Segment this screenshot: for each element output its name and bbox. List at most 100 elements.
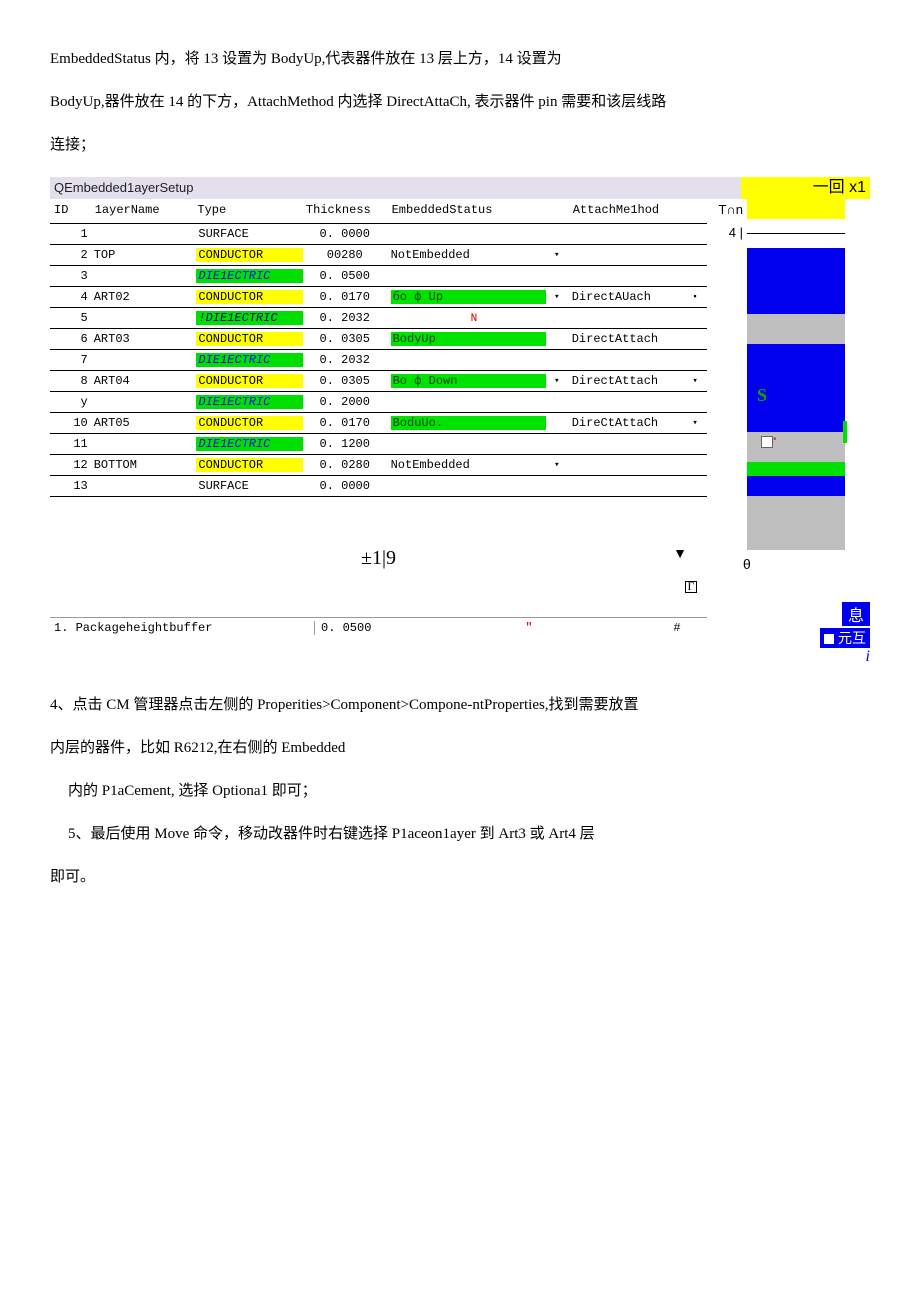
footer-value[interactable]: 0. 0500 bbox=[315, 621, 411, 635]
cell-thickness[interactable]: 0. 0170 bbox=[302, 287, 388, 308]
dropdown-icon[interactable] bbox=[545, 476, 569, 497]
dropdown-icon[interactable] bbox=[545, 350, 569, 371]
cell-type[interactable]: CONDUCTOR bbox=[193, 287, 302, 308]
dropdown-icon[interactable] bbox=[683, 308, 707, 329]
dropdown-icon[interactable] bbox=[545, 224, 569, 245]
table-row[interactable]: 7DIE1ECTRIC0. 2032 bbox=[50, 350, 707, 371]
cell-thickness[interactable]: 0. 0000 bbox=[302, 476, 388, 497]
cell-layername[interactable]: ART02 bbox=[91, 287, 194, 308]
cell-layername[interactable]: ART05 bbox=[91, 413, 194, 434]
cell-embeddedstatus[interactable]: NotEmbedded bbox=[388, 245, 545, 266]
cell-embeddedstatus[interactable] bbox=[388, 392, 545, 413]
table-row[interactable]: 10ART05CONDUCTOR0. 0170BoduUo.DireCtAtta… bbox=[50, 413, 707, 434]
cell-embeddedstatus[interactable]: NotEmbedded bbox=[388, 455, 545, 476]
cell-embeddedstatus[interactable]: BoduUo. bbox=[388, 413, 545, 434]
dropdown-icon[interactable] bbox=[683, 350, 707, 371]
cell-thickness[interactable]: 0. 2032 bbox=[302, 308, 388, 329]
cell-type[interactable]: SURFACE bbox=[193, 476, 302, 497]
cell-attachmethod[interactable] bbox=[569, 266, 683, 287]
dropdown-icon[interactable] bbox=[683, 455, 707, 476]
cell-thickness[interactable]: 0. 0170 bbox=[302, 413, 388, 434]
cell-attachmethod[interactable] bbox=[569, 245, 683, 266]
cell-type[interactable]: DIE1ECTRIC bbox=[193, 392, 302, 413]
cell-embeddedstatus[interactable]: бо ф Up bbox=[388, 287, 545, 308]
cell-embeddedstatus[interactable] bbox=[388, 224, 545, 245]
cell-embeddedstatus[interactable] bbox=[388, 266, 545, 287]
dropdown-icon[interactable]: ▾ bbox=[683, 413, 707, 434]
table-row[interactable]: 11DIE1ECTRIC0. 1200 bbox=[50, 434, 707, 455]
cell-type[interactable]: CONDUCTOR bbox=[193, 245, 302, 266]
cell-embeddedstatus[interactable] bbox=[388, 476, 545, 497]
cell-thickness[interactable]: 0. 0000 bbox=[302, 224, 388, 245]
table-row[interactable]: 13SURFACE0. 0000 bbox=[50, 476, 707, 497]
cell-type[interactable]: DIE1ECTRIC bbox=[193, 266, 302, 287]
dropdown-icon[interactable]: ▾ bbox=[545, 455, 569, 476]
dropdown-icon[interactable] bbox=[545, 329, 569, 350]
table-row[interactable]: 5!DIE1ECTRIC0. 2032N bbox=[50, 308, 707, 329]
cell-attachmethod[interactable]: DirectAUach bbox=[569, 287, 683, 308]
cell-type[interactable]: !DIE1ECTRIC bbox=[193, 308, 302, 329]
table-row[interactable]: уDIE1ECTRIC0. 2000 bbox=[50, 392, 707, 413]
dropdown-icon[interactable] bbox=[545, 266, 569, 287]
dropdown-icon[interactable] bbox=[545, 413, 569, 434]
dropdown-icon[interactable] bbox=[683, 245, 707, 266]
cell-embeddedstatus[interactable]: N bbox=[388, 308, 545, 329]
cell-thickness[interactable]: 0. 0305 bbox=[302, 329, 388, 350]
cell-layername[interactable] bbox=[91, 224, 194, 245]
table-row[interactable]: 8ART04CONDUCTOR0. 0305Bo ф Down▾DirectAt… bbox=[50, 371, 707, 392]
dropdown-icon[interactable]: ▾ bbox=[545, 371, 569, 392]
dropdown-icon[interactable] bbox=[545, 392, 569, 413]
cell-thickness[interactable]: 0. 2032 bbox=[302, 350, 388, 371]
cell-layername[interactable]: BOTTOM bbox=[91, 455, 194, 476]
dropdown-icon[interactable]: ▪ bbox=[683, 287, 707, 308]
cell-attachmethod[interactable] bbox=[569, 476, 683, 497]
dropdown-icon[interactable] bbox=[683, 392, 707, 413]
cell-type[interactable]: CONDUCTOR bbox=[193, 371, 302, 392]
cell-thickness[interactable]: 0. 0280 bbox=[302, 455, 388, 476]
cell-thickness[interactable]: 0. 0500 bbox=[302, 266, 388, 287]
resize-handle-icon[interactable]: Γ bbox=[685, 581, 697, 593]
table-row[interactable]: 1SURFACE0. 0000 bbox=[50, 224, 707, 245]
cell-type[interactable]: SURFACE bbox=[193, 224, 302, 245]
window-controls[interactable]: 一回 x1 bbox=[741, 177, 870, 199]
cell-type[interactable]: CONDUCTOR bbox=[193, 413, 302, 434]
dropdown-icon[interactable] bbox=[683, 434, 707, 455]
cell-embeddedstatus[interactable] bbox=[388, 434, 545, 455]
cell-attachmethod[interactable] bbox=[569, 392, 683, 413]
dropdown-icon[interactable]: ▾ bbox=[545, 287, 569, 308]
cell-embeddedstatus[interactable]: BodyUp bbox=[388, 329, 545, 350]
dropdown-icon[interactable]: ▾ bbox=[545, 245, 569, 266]
cell-embeddedstatus[interactable]: Bo ф Down bbox=[388, 371, 545, 392]
cell-type[interactable]: DIE1ECTRIC bbox=[193, 350, 302, 371]
table-row[interactable]: 6ART03CONDUCTOR0. 0305BodyUpDirectAttach bbox=[50, 329, 707, 350]
cell-type[interactable]: CONDUCTOR bbox=[193, 455, 302, 476]
table-row[interactable]: 2TOPCONDUCTOR00280NotEmbedded▾ bbox=[50, 245, 707, 266]
dropdown-icon[interactable] bbox=[683, 476, 707, 497]
cell-attachmethod[interactable]: DirectAttach bbox=[569, 329, 683, 350]
cell-attachmethod[interactable] bbox=[569, 455, 683, 476]
cell-layername[interactable] bbox=[91, 266, 194, 287]
cell-attachmethod[interactable] bbox=[569, 350, 683, 371]
cell-attachmethod[interactable] bbox=[569, 434, 683, 455]
cell-attachmethod[interactable] bbox=[569, 308, 683, 329]
cell-thickness[interactable]: 0. 1200 bbox=[302, 434, 388, 455]
cell-layername[interactable] bbox=[91, 308, 194, 329]
dropdown-arrow-icon[interactable]: ▼ bbox=[673, 547, 687, 563]
table-row[interactable]: 4ART02CONDUCTOR0. 0170бо ф Up▾DirectAUac… bbox=[50, 287, 707, 308]
cell-thickness[interactable]: 0. 2000 bbox=[302, 392, 388, 413]
dropdown-icon[interactable]: ▾ bbox=[683, 371, 707, 392]
cell-layername[interactable] bbox=[91, 434, 194, 455]
table-row[interactable]: 3DIE1ECTRIC0. 0500 bbox=[50, 266, 707, 287]
dropdown-icon[interactable] bbox=[683, 266, 707, 287]
dropdown-icon[interactable] bbox=[545, 308, 569, 329]
cell-layername[interactable] bbox=[91, 350, 194, 371]
cell-embeddedstatus[interactable] bbox=[388, 350, 545, 371]
dropdown-icon[interactable] bbox=[683, 329, 707, 350]
cell-type[interactable]: DIE1ECTRIC bbox=[193, 434, 302, 455]
cell-layername[interactable] bbox=[91, 476, 194, 497]
cell-attachmethod[interactable] bbox=[569, 224, 683, 245]
cell-layername[interactable]: ART03 bbox=[91, 329, 194, 350]
cell-thickness[interactable]: 00280 bbox=[302, 245, 388, 266]
cell-type[interactable]: CONDUCTOR bbox=[193, 329, 302, 350]
cell-attachmethod[interactable]: DireCtAttaCh bbox=[569, 413, 683, 434]
